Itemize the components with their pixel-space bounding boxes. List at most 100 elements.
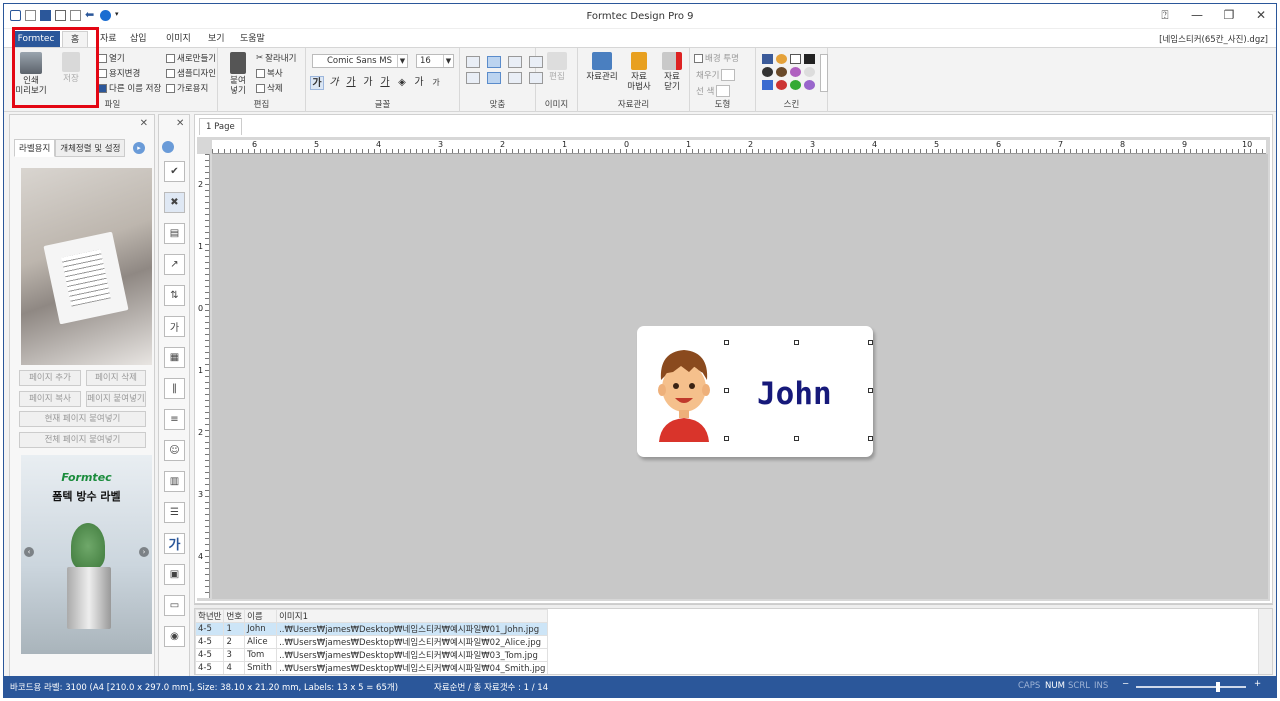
save-button[interactable]: 저장 — [56, 52, 86, 84]
col-number[interactable]: 번호 — [223, 609, 246, 623]
resize-handle[interactable] — [724, 388, 729, 393]
table-row[interactable]: 4-5 1 John ..₩Users₩james₩Desktop₩네임스티커₩예시파… — [195, 622, 549, 636]
skin-swatch[interactable] — [776, 67, 787, 77]
italic-button[interactable]: 가 — [327, 76, 341, 90]
save-as-button[interactable]: 다른 이름 저장 — [98, 82, 161, 94]
paste-current-page-button[interactable]: 현재 페이지 붙여넣기 — [19, 411, 146, 427]
select-tool-icon[interactable]: ✔ — [164, 161, 185, 182]
tab-view[interactable]: 보기 — [202, 31, 231, 47]
resize-handle[interactable] — [868, 436, 873, 441]
label-text-tool-icon[interactable]: 가 — [164, 316, 185, 337]
expand-circle-icon[interactable] — [162, 141, 174, 153]
skin-swatch[interactable] — [776, 54, 787, 64]
tab-page-1[interactable]: 1 Page — [199, 118, 242, 135]
tab-insert[interactable]: 삽입 — [124, 31, 153, 47]
person-image-tool-icon[interactable]: ☺ — [164, 440, 185, 461]
name-label[interactable]: John — [637, 326, 873, 457]
align-left-top-icon[interactable] — [466, 56, 480, 68]
rotate-text-tool-icon[interactable]: ↗ — [164, 254, 185, 275]
boy-avatar-image[interactable] — [649, 344, 719, 444]
resize-handle[interactable] — [794, 436, 799, 441]
align-center-middle-icon[interactable] — [487, 72, 501, 84]
skin-swatch[interactable] — [762, 67, 773, 77]
open-button[interactable]: 열기 — [98, 52, 125, 64]
table-row[interactable]: 4-5 3 Tom ..₩Users₩james₩Desktop₩네임스티커₩예시파일… — [195, 648, 549, 662]
qr-code-tool-icon[interactable]: ▦ — [164, 347, 185, 368]
skin-swatch[interactable] — [804, 80, 815, 90]
zoom-in-icon[interactable]: + — [1254, 679, 1261, 689]
skin-swatch[interactable] — [762, 54, 773, 64]
delete-page-button[interactable]: 페이지 삭제 — [86, 370, 146, 386]
close-button[interactable]: ✕ — [1252, 8, 1270, 23]
paste-all-pages-button[interactable]: 전체 페이지 붙여넣기 — [19, 432, 146, 448]
close-icon[interactable]: ✕ — [176, 118, 184, 129]
disc-tool-icon[interactable]: ◉ — [164, 626, 185, 647]
align-left-middle-icon[interactable] — [466, 72, 480, 84]
skin-swatch[interactable] — [790, 80, 801, 90]
align-center-top-icon[interactable] — [487, 56, 501, 68]
text-box-tool-icon[interactable]: ▤ — [164, 223, 185, 244]
paper-change-button[interactable]: 용지변경 — [98, 67, 140, 79]
zoom-slider[interactable] — [1136, 686, 1246, 688]
resize-handle[interactable] — [794, 340, 799, 345]
zoom-out-icon[interactable]: − — [1122, 679, 1129, 689]
copy-page-button[interactable]: 페이지 복사 — [19, 391, 81, 407]
landscape-paper-button[interactable]: 가로용지 — [166, 82, 208, 94]
zoom-slider-thumb[interactable] — [1216, 682, 1220, 692]
image-edit-button[interactable]: 편집 — [543, 52, 571, 82]
label-name-text[interactable]: John — [757, 376, 832, 412]
table-tool-icon[interactable]: ▥ — [164, 471, 185, 492]
col-image1[interactable]: 이미지1 — [276, 609, 549, 623]
tab-object-align[interactable]: 개체정렬 및 설정 — [55, 139, 126, 157]
grid-scrollbar[interactable] — [1258, 609, 1272, 674]
data-wizard-button[interactable]: 자료 마법사 — [624, 52, 654, 92]
print-preview-button[interactable]: 인쇄 미리보기 — [12, 52, 50, 96]
add-page-button[interactable]: 페이지 추가 — [19, 370, 81, 386]
restore-button[interactable]: ❐ — [1220, 8, 1238, 23]
data-manage-button[interactable]: 자료관리 — [584, 52, 620, 82]
vertical-text-tool-icon[interactable]: ⇅ — [164, 285, 185, 306]
paste-button[interactable]: 붙여 넣기 — [224, 52, 252, 96]
font-color-button[interactable]: 가 — [378, 76, 392, 90]
strikethrough-button[interactable]: 가 — [361, 76, 375, 90]
design-canvas[interactable]: John — [212, 154, 1268, 599]
new-button[interactable]: 새로만들기 — [166, 52, 216, 64]
prev-arrow-icon[interactable]: ‹ — [24, 547, 34, 557]
tab-data[interactable]: 자료 — [94, 31, 123, 47]
shape-tool-icon[interactable]: ✖ — [164, 192, 185, 213]
shrink-font-button[interactable]: 가 — [429, 76, 443, 90]
text-tool-icon[interactable]: 가 — [164, 533, 185, 554]
table-row[interactable]: 4-5 4 Smith ..₩Users₩james₩Desktop₩네임스티커₩예시… — [195, 661, 549, 674]
align-right-middle-icon[interactable] — [508, 72, 522, 84]
tab-label-paper[interactable]: 라벨용지 — [14, 139, 56, 157]
delete-button[interactable]: 삭제 — [256, 82, 283, 94]
tab-home[interactable]: 홈 — [62, 31, 88, 47]
highlight-button[interactable]: ◈ — [395, 76, 409, 90]
font-size-select[interactable]: 16 ▼ — [416, 54, 454, 68]
fill-color-picker[interactable]: 채우기 — [696, 69, 736, 81]
line-color-picker[interactable]: 선 색 — [696, 85, 731, 97]
data-close-button[interactable]: 자료 닫기 — [658, 52, 686, 92]
close-icon[interactable]: ✕ — [140, 118, 148, 129]
ad-banner[interactable]: Formtec 폼텍 방수 라벨 ‹ › — [21, 455, 152, 654]
tab-image[interactable]: 이미지 — [160, 31, 197, 47]
copy-button[interactable]: 복사 — [256, 67, 283, 79]
picture-tool-icon[interactable]: ▭ — [164, 595, 185, 616]
col-name[interactable]: 이름 — [244, 609, 278, 623]
document-tool-icon[interactable]: ☰ — [164, 502, 185, 523]
underline-button[interactable]: 가 — [344, 76, 358, 90]
tab-help[interactable]: 도움말 — [234, 31, 271, 47]
tab-formtec[interactable]: Formtec — [12, 31, 60, 47]
resize-handle[interactable] — [868, 340, 873, 345]
table-row[interactable]: 4-5 2 Alice ..₩Users₩james₩Desktop₩네임스티커₩예시… — [195, 635, 549, 649]
resize-handle[interactable] — [724, 340, 729, 345]
skin-swatch[interactable] — [790, 54, 801, 64]
skin-swatch[interactable] — [776, 80, 787, 90]
grow-font-button[interactable]: 가 — [412, 76, 426, 90]
expand-circle-icon[interactable]: ▸ — [133, 142, 145, 154]
cut-button[interactable]: ✂ 잘라내기 — [256, 52, 296, 64]
skin-swatch[interactable] — [790, 67, 801, 77]
serial-tool-icon[interactable]: ≡ — [164, 409, 185, 430]
next-arrow-icon[interactable]: › — [139, 547, 149, 557]
resize-handle[interactable] — [868, 388, 873, 393]
